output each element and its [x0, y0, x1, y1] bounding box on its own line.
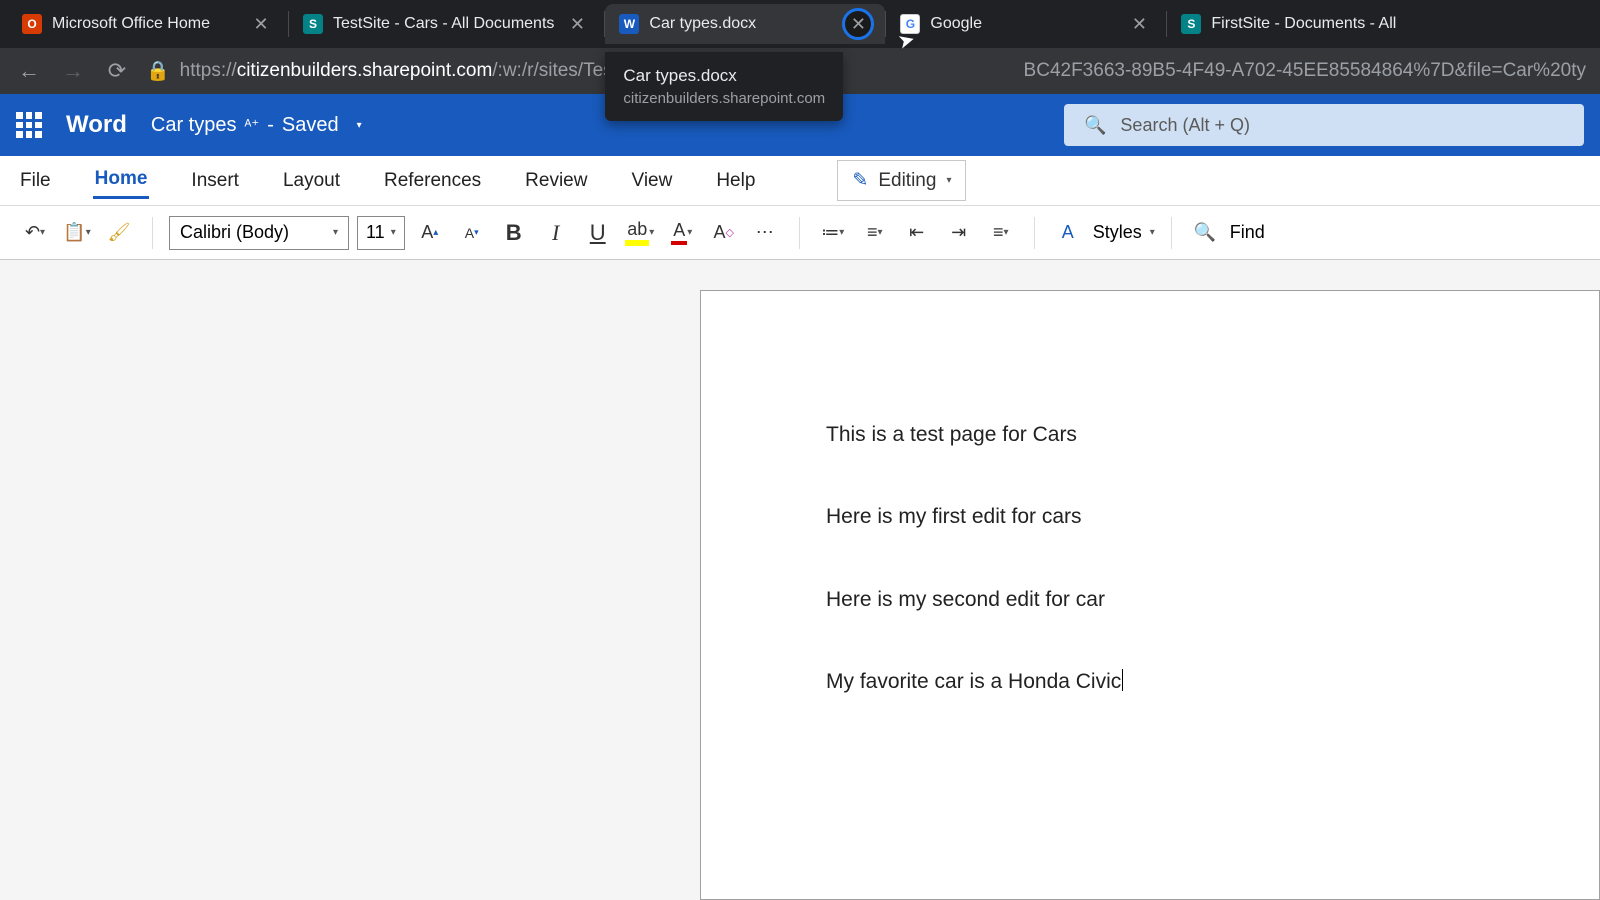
word-icon: W	[619, 14, 639, 34]
tab-title: Car types.docx	[649, 15, 835, 33]
tab-title: TestSite - Cars - All Documents	[333, 15, 554, 33]
lock-icon: 🔒	[146, 59, 170, 83]
save-state: Saved	[282, 114, 339, 137]
undo-button[interactable]: ↶▾	[18, 216, 52, 250]
share-icon: ᴬ⁺	[244, 116, 259, 134]
reload-button[interactable]: ⟳	[102, 56, 132, 86]
doc-paragraph[interactable]: Here is my first edit for cars	[826, 503, 1474, 531]
find-icon: 🔍	[1188, 216, 1222, 250]
styles-icon: A	[1051, 216, 1085, 250]
browser-tab[interactable]: S TestSite - Cars - All Documents ✕	[289, 4, 604, 44]
find-button[interactable]: Find	[1230, 222, 1265, 243]
pencil-icon: ✎	[852, 169, 868, 192]
back-button[interactable]: ←	[14, 56, 44, 86]
url-path-right: BC42F3663-89B5-4F49-A702-45EE85584864%7D…	[1024, 60, 1586, 82]
close-icon[interactable]: ✕	[564, 11, 590, 37]
browser-tab[interactable]: O Microsoft Office Home ✕	[8, 4, 288, 44]
address-bar[interactable]: 🔒 https://citizenbuilders.sharepoint.com…	[146, 59, 1586, 83]
decrease-indent-button[interactable]: ⇤	[900, 216, 934, 250]
ribbon-toolbar: ↶▾ 📋▾ 🖌 Calibri (Body)▾ 11▾ A▴ A▾ B I U …	[0, 206, 1600, 260]
bold-button[interactable]: B	[497, 216, 531, 250]
chevron-down-icon: ▾	[946, 175, 951, 186]
search-placeholder: Search (Alt + Q)	[1120, 115, 1250, 136]
tab-title: Microsoft Office Home	[52, 15, 238, 33]
tab-review[interactable]: Review	[523, 164, 589, 198]
numbering-button[interactable]: ≡▾	[858, 216, 892, 250]
styles-button[interactable]: Styles	[1093, 222, 1142, 243]
paste-button[interactable]: 📋▾	[60, 216, 94, 250]
browser-tab[interactable]: S FirstSite - Documents - All	[1167, 4, 1410, 44]
tab-references[interactable]: References	[382, 164, 483, 198]
align-button[interactable]: ≡▾	[984, 216, 1018, 250]
tab-insert[interactable]: Insert	[189, 164, 241, 198]
close-icon[interactable]: ✕	[845, 11, 871, 37]
doc-paragraph[interactable]: My favorite car is a Honda Civic	[826, 668, 1474, 696]
office-icon: O	[22, 14, 42, 34]
tab-layout[interactable]: Layout	[281, 164, 342, 198]
document-canvas: This is a test page for Cars Here is my …	[0, 260, 1600, 900]
chevron-down-icon[interactable]: ▾	[357, 120, 362, 131]
grow-font-button[interactable]: A▴	[413, 216, 447, 250]
search-icon: 🔍	[1084, 115, 1106, 136]
font-size-select[interactable]: 11▾	[357, 216, 405, 250]
editing-mode-button[interactable]: ✎ Editing ▾	[837, 160, 966, 201]
tab-home[interactable]: Home	[93, 162, 150, 199]
close-icon[interactable]: ✕	[1126, 11, 1152, 37]
bullets-button[interactable]: ≔▾	[816, 216, 850, 250]
document-page[interactable]: This is a test page for Cars Here is my …	[700, 290, 1600, 900]
ribbon-tabs: File Home Insert Layout References Revie…	[0, 156, 1600, 206]
tab-file[interactable]: File	[18, 164, 53, 198]
google-icon: G	[900, 14, 920, 34]
font-color-button[interactable]: A▾	[665, 216, 699, 250]
tab-title: Google	[930, 15, 1116, 33]
sharepoint-icon: S	[303, 14, 323, 34]
url-scheme: https://	[180, 60, 237, 81]
browser-tab[interactable]: G Google ✕	[886, 4, 1166, 44]
document-title[interactable]: Car types ᴬ⁺ - Saved ▾	[151, 114, 362, 137]
tab-tooltip: Car types.docx citizenbuilders.sharepoin…	[605, 52, 843, 121]
chevron-down-icon[interactable]: ▾	[1150, 227, 1155, 238]
underline-button[interactable]: U	[581, 216, 615, 250]
increase-indent-button[interactable]: ⇥	[942, 216, 976, 250]
close-icon[interactable]: ✕	[248, 11, 274, 37]
search-input[interactable]: 🔍 Search (Alt + Q)	[1064, 104, 1584, 146]
tab-view[interactable]: View	[629, 164, 674, 198]
highlight-button[interactable]: ab▾	[623, 216, 657, 250]
tab-title: FirstSite - Documents - All	[1211, 15, 1396, 33]
app-name: Word	[66, 111, 127, 139]
font-name-select[interactable]: Calibri (Body)▾	[169, 216, 349, 250]
app-launcher-icon[interactable]	[16, 112, 42, 138]
canvas-gutter	[0, 290, 700, 900]
chevron-down-icon: ▾	[391, 227, 396, 238]
doc-paragraph[interactable]: This is a test page for Cars	[826, 421, 1474, 449]
browser-tab-active[interactable]: W Car types.docx ✕ Car types.docx citize…	[605, 4, 885, 44]
sharepoint-icon: S	[1181, 14, 1201, 34]
tooltip-url: citizenbuilders.sharepoint.com	[623, 90, 825, 107]
format-painter-button[interactable]: 🖌	[102, 216, 136, 250]
clear-format-button[interactable]: A◇	[707, 216, 741, 250]
tab-help[interactable]: Help	[714, 164, 757, 198]
url-domain: citizenbuilders.sharepoint.com	[237, 60, 493, 81]
chevron-down-icon: ▾	[333, 227, 338, 238]
forward-button[interactable]: →	[58, 56, 88, 86]
doc-paragraph[interactable]: Here is my second edit for car	[826, 586, 1474, 614]
italic-button[interactable]: I	[539, 216, 573, 250]
more-formatting-button[interactable]: ⋯	[749, 216, 783, 250]
tooltip-title: Car types.docx	[623, 66, 825, 86]
shrink-font-button[interactable]: A▾	[455, 216, 489, 250]
browser-tab-bar: O Microsoft Office Home ✕ S TestSite - C…	[0, 0, 1600, 48]
